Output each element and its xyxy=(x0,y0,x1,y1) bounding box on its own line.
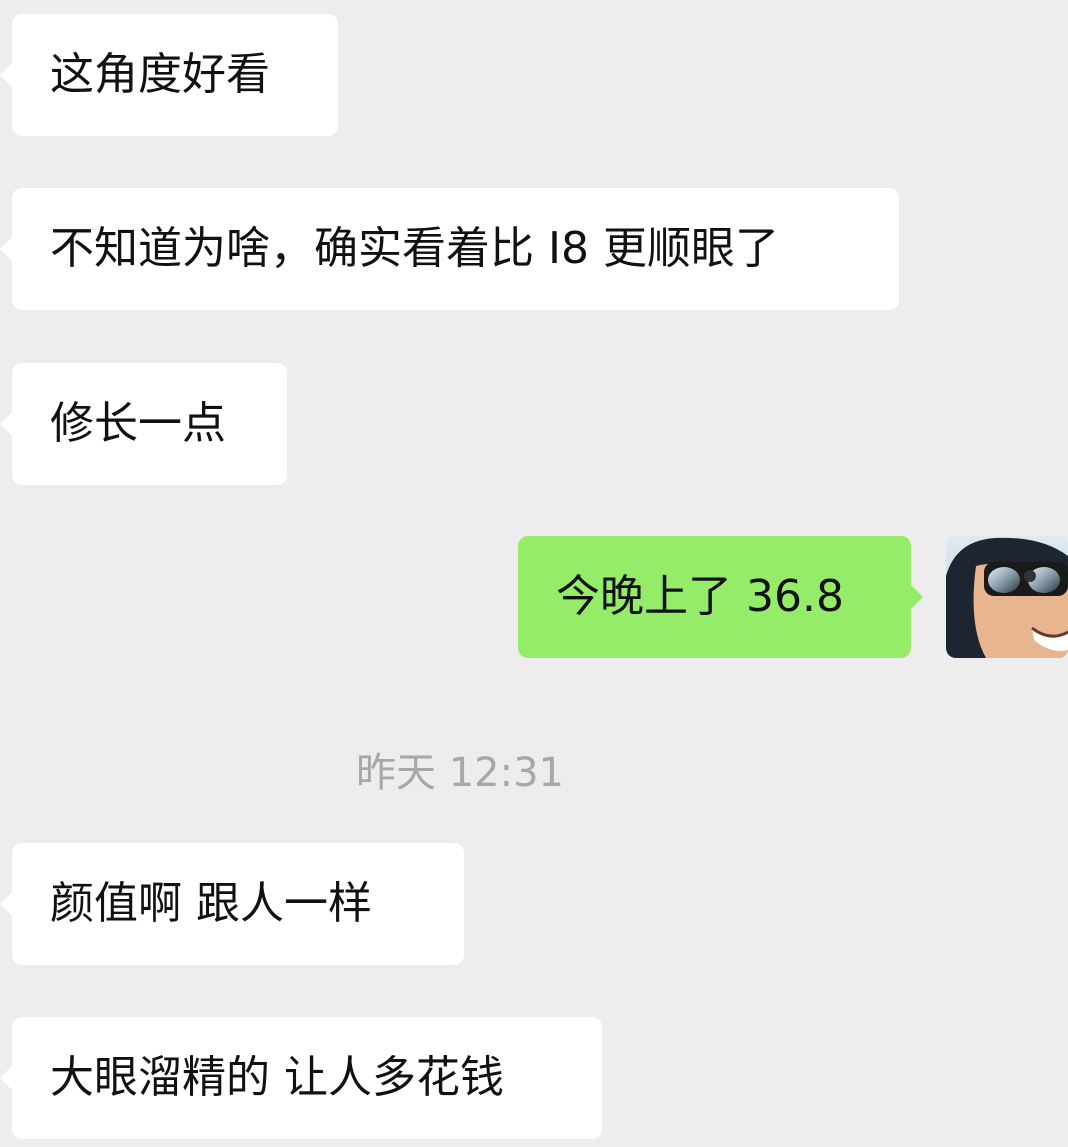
bubble-tail xyxy=(0,236,13,262)
message-text: 这角度好看 xyxy=(50,49,270,100)
user-avatar-icon[interactable] xyxy=(946,536,1068,658)
bubble-tail xyxy=(0,1065,13,1091)
message-text: 颜值啊 跟人一样 xyxy=(50,878,372,929)
incoming-message[interactable]: 大眼溜精的 让人多花钱 xyxy=(0,1017,602,1139)
bubble-tail xyxy=(0,411,13,437)
message-text: 今晚上了 36.8 xyxy=(556,571,844,622)
message-text: 大眼溜精的 让人多花钱 xyxy=(50,1052,504,1103)
incoming-message[interactable]: 修长一点 xyxy=(0,363,287,485)
bubble-tail xyxy=(910,584,923,610)
incoming-message[interactable]: 颜值啊 跟人一样 xyxy=(0,843,464,965)
message-text: 不知道为啥，确实看着比 I8 更顺眼了 xyxy=(50,223,779,274)
timestamp: 昨天 12:31 xyxy=(356,750,564,796)
incoming-message[interactable]: 不知道为啥，确实看着比 I8 更顺眼了 xyxy=(0,188,899,310)
bubble-tail xyxy=(0,62,13,88)
outgoing-message[interactable]: 今晚上了 36.8 xyxy=(518,536,923,658)
message-text: 修长一点 xyxy=(50,398,226,449)
incoming-message[interactable]: 这角度好看 xyxy=(0,14,338,136)
bubble-tail xyxy=(0,891,13,917)
